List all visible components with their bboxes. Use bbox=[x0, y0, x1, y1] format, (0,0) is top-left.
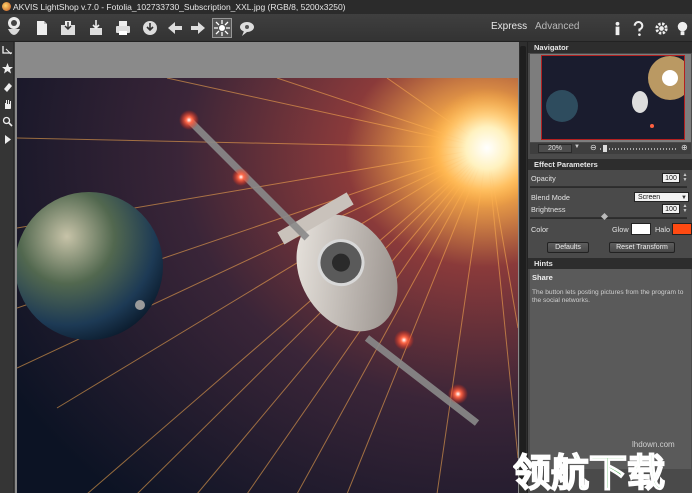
zoom-control: 20% ▼ ⊖ ⊕ bbox=[530, 143, 691, 154]
tool-strip bbox=[0, 42, 14, 493]
glow-color-swatch[interactable] bbox=[631, 223, 651, 235]
help-icon[interactable] bbox=[628, 18, 648, 38]
hints-header: Hints bbox=[528, 258, 692, 269]
brightness-slider[interactable] bbox=[530, 217, 687, 219]
canvas-scrollbar[interactable] bbox=[519, 42, 527, 493]
image-canvas[interactable] bbox=[15, 42, 520, 493]
navigator-viewport-frame[interactable] bbox=[541, 55, 685, 140]
app-icon bbox=[2, 2, 11, 11]
settings-panel: Navigator 20% ▼ ⊖ ⊕ Effect Parameters Op… bbox=[527, 42, 692, 493]
undo-icon[interactable] bbox=[165, 18, 185, 38]
lightshop-window: AKVIS LightShop v.7.0 - Fotolia_10273373… bbox=[0, 0, 692, 493]
chevron-down-icon: ▼ bbox=[681, 195, 687, 201]
halo-label: Halo bbox=[655, 225, 671, 234]
hints-area: Share The button lets posting pictures f… bbox=[530, 269, 691, 469]
color-label: Color bbox=[531, 225, 549, 234]
hint-text: The button lets posting pictures from th… bbox=[532, 289, 684, 304]
opacity-field[interactable]: 100 bbox=[662, 173, 680, 183]
opacity-slider[interactable] bbox=[530, 186, 687, 188]
eraser-tool-icon[interactable] bbox=[1, 80, 13, 93]
brightness-spinner[interactable]: ▲ ▼ bbox=[681, 204, 689, 214]
opacity-spinner[interactable]: ▲ ▼ bbox=[681, 173, 689, 183]
preset-icon[interactable] bbox=[237, 18, 257, 38]
share-icon[interactable] bbox=[140, 18, 160, 38]
run-icon[interactable] bbox=[212, 18, 232, 38]
watermark-text: 领航下载 bbox=[513, 451, 665, 493]
brightness-field[interactable]: 100 bbox=[662, 204, 680, 214]
zoom-field[interactable]: 20% bbox=[538, 144, 572, 153]
title-bar: AKVIS LightShop v.7.0 - Fotolia_10273373… bbox=[0, 0, 692, 14]
brightness-row: Brightness 100 ▲ ▼ bbox=[530, 203, 691, 215]
zoom-slider[interactable] bbox=[600, 148, 678, 150]
halo-color-swatch[interactable] bbox=[672, 223, 692, 235]
main-toolbar: Express Advanced bbox=[0, 14, 692, 42]
navigator-preview[interactable] bbox=[530, 54, 691, 142]
hint-heading: Share bbox=[532, 273, 553, 282]
zoom-slider-handle[interactable] bbox=[603, 145, 607, 152]
blend-mode-label: Blend Mode bbox=[531, 193, 570, 202]
info-icon[interactable] bbox=[607, 18, 627, 38]
navigator-thumbnail bbox=[542, 56, 684, 139]
crop-tool-icon[interactable] bbox=[1, 44, 13, 57]
blend-mode-row: Blend Mode Screen ▼ bbox=[530, 191, 691, 203]
hand-tool-icon[interactable] bbox=[1, 98, 13, 111]
opacity-label: Opacity bbox=[531, 174, 556, 183]
blend-mode-value: Screen bbox=[638, 194, 661, 201]
star-tool-icon[interactable] bbox=[1, 62, 13, 75]
photo-render bbox=[17, 78, 518, 493]
play-tool-icon[interactable] bbox=[1, 133, 13, 146]
open-icon[interactable] bbox=[32, 18, 52, 38]
effect-parameters-header: Effect Parameters bbox=[528, 159, 692, 170]
blend-mode-select[interactable]: Screen ▼ bbox=[634, 192, 689, 202]
brightness-label: Brightness bbox=[531, 205, 566, 214]
mode-express[interactable]: Express bbox=[491, 21, 527, 32]
zoom-out-icon[interactable]: ⊖ bbox=[590, 143, 597, 152]
print-icon[interactable] bbox=[113, 18, 133, 38]
mode-advanced[interactable]: Advanced bbox=[535, 21, 579, 32]
opacity-row: Opacity 100 ▲ ▼ bbox=[530, 172, 691, 184]
glow-label: Glow bbox=[612, 225, 629, 234]
redo-icon[interactable] bbox=[188, 18, 208, 38]
watermark-logo: 领航下载 bbox=[513, 450, 666, 493]
zoom-dropdown-icon[interactable]: ▼ bbox=[574, 144, 580, 150]
space-station-photo bbox=[17, 78, 518, 493]
settings-icon[interactable] bbox=[651, 18, 671, 38]
scrollbar-thumb[interactable] bbox=[520, 46, 526, 486]
defaults-button[interactable]: Defaults bbox=[547, 242, 589, 253]
color-row: Color Glow Halo bbox=[530, 223, 692, 235]
tips-icon[interactable] bbox=[672, 18, 692, 38]
save-icon[interactable] bbox=[58, 18, 78, 38]
batch-icon[interactable] bbox=[86, 18, 106, 38]
window-title: AKVIS LightShop v.7.0 - Fotolia_10273373… bbox=[13, 2, 346, 12]
zoom-in-icon[interactable]: ⊕ bbox=[681, 143, 688, 152]
navigator-header: Navigator bbox=[528, 42, 692, 53]
akvis-logo-icon bbox=[8, 17, 20, 35]
reset-transform-button[interactable]: Reset Transform bbox=[609, 242, 675, 253]
zoom-tool-icon[interactable] bbox=[1, 115, 13, 128]
